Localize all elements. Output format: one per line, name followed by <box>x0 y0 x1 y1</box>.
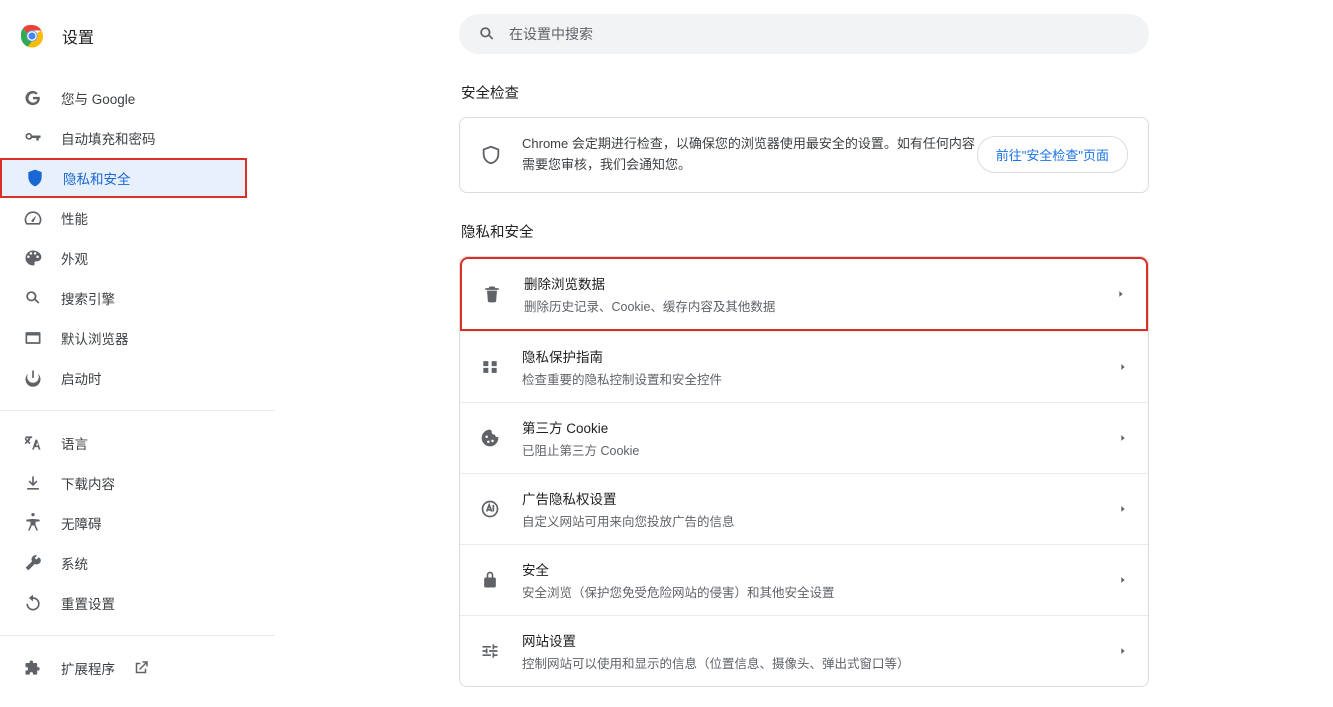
lock-icon <box>480 570 500 590</box>
row-title: 安全 <box>522 559 1118 579</box>
shield-outline-icon <box>480 144 502 166</box>
privacy-card: 删除浏览数据 删除历史记录、Cookie、缓存内容及其他数据 隐私保护指南 检查… <box>459 256 1149 687</box>
row-ad-privacy[interactable]: 广告隐私权设置 自定义网站可用来向您投放广告的信息 <box>460 473 1148 544</box>
palette-icon <box>23 248 43 268</box>
sidebar-item-default-browser[interactable]: 默认浏览器 <box>0 318 245 358</box>
row-desc: 自定义网站可用来向您投放广告的信息 <box>522 511 1118 530</box>
row-privacy-guide[interactable]: 隐私保护指南 检查重要的隐私控制设置和安全控件 <box>460 331 1148 402</box>
row-desc: 检查重要的隐私控制设置和安全控件 <box>522 369 1118 388</box>
search-icon <box>477 24 497 44</box>
row-site-settings[interactable]: 网站设置 控制网站可以使用和显示的信息（位置信息、摄像头、弹出式窗口等） <box>460 615 1148 686</box>
sidebar-item-system[interactable]: 系统 <box>0 543 245 583</box>
row-security[interactable]: 安全 安全浏览（保护您免受危险网站的侵害）和其他安全设置 <box>460 544 1148 615</box>
sidebar-item-on-startup[interactable]: 启动时 <box>0 358 245 398</box>
row-desc: 控制网站可以使用和显示的信息（位置信息、摄像头、弹出式窗口等） <box>522 653 1118 672</box>
search-bar[interactable] <box>459 14 1149 54</box>
sidebar-item-languages[interactable]: 语言 <box>0 423 245 463</box>
accessibility-icon <box>23 513 43 533</box>
row-clear-browsing-data[interactable]: 删除浏览数据 删除历史记录、Cookie、缓存内容及其他数据 <box>460 257 1148 331</box>
nav-secondary: 语言 下载内容 无障碍 系统 <box>0 423 275 623</box>
sidebar-item-search-engine[interactable]: 搜索引擎 <box>0 278 245 318</box>
nav-divider <box>0 635 275 636</box>
cookie-icon <box>480 428 500 448</box>
sidebar-item-autofill[interactable]: 自动填充和密码 <box>0 118 245 158</box>
section-title-privacy: 隐私和安全 <box>461 221 1149 242</box>
wrench-icon <box>23 553 43 573</box>
sidebar-item-label: 隐私和安全 <box>63 168 131 188</box>
sidebar-item-label: 自动填充和密码 <box>61 128 156 148</box>
search-icon <box>23 288 43 308</box>
sidebar-item-label: 系统 <box>61 553 88 573</box>
nav-primary: 您与 Google 自动填充和密码 隐私和安全 性能 <box>0 78 275 398</box>
chevron-right-icon <box>1118 504 1128 514</box>
sidebar-item-you-and-google[interactable]: 您与 Google <box>0 78 245 118</box>
nav-divider <box>0 410 275 411</box>
sidebar-item-label: 扩展程序 <box>61 658 115 678</box>
extension-icon <box>23 658 43 678</box>
row-title: 网站设置 <box>522 630 1118 650</box>
sidebar-item-accessibility[interactable]: 无障碍 <box>0 503 245 543</box>
guide-icon <box>480 357 500 377</box>
row-third-party-cookies[interactable]: 第三方 Cookie 已阻止第三方 Cookie <box>460 402 1148 473</box>
sidebar-item-privacy[interactable]: 隐私和安全 <box>0 158 247 198</box>
sidebar: 设置 您与 Google 自动填充和密码 隐私和安全 <box>0 0 275 707</box>
chevron-right-icon <box>1118 433 1128 443</box>
sidebar-item-label: 您与 Google <box>61 88 135 108</box>
main-content: 安全检查 Chrome 会定期进行检查，以确保您的浏览器使用最安全的设置。如有任… <box>275 0 1333 707</box>
sidebar-item-reset[interactable]: 重置设置 <box>0 583 245 623</box>
page-title: 设置 <box>62 24 94 48</box>
sidebar-item-label: 无障碍 <box>61 513 102 533</box>
sidebar-header: 设置 <box>0 16 275 66</box>
row-title: 广告隐私权设置 <box>522 488 1118 508</box>
safety-check-button[interactable]: 前往"安全检查"页面 <box>977 136 1128 173</box>
power-icon <box>23 368 43 388</box>
open-in-new-icon <box>131 658 151 678</box>
safety-check-text: Chrome 会定期进行检查，以确保您的浏览器使用最安全的设置。如有任何内容需要… <box>522 134 977 176</box>
sidebar-item-label: 下载内容 <box>61 473 115 493</box>
chevron-right-icon <box>1116 289 1126 299</box>
row-title: 删除浏览数据 <box>524 273 1116 293</box>
translate-icon <box>23 433 43 453</box>
row-title: 第三方 Cookie <box>522 417 1118 437</box>
sidebar-item-extensions[interactable]: 扩展程序 <box>0 648 275 688</box>
sidebar-item-appearance[interactable]: 外观 <box>0 238 245 278</box>
shield-icon <box>25 168 45 188</box>
chevron-right-icon <box>1118 362 1128 372</box>
sidebar-item-label: 语言 <box>61 433 88 453</box>
speedometer-icon <box>23 208 43 228</box>
chrome-logo-icon <box>20 24 44 48</box>
browser-icon <box>23 328 43 348</box>
download-icon <box>23 473 43 493</box>
row-desc: 安全浏览（保护您免受危险网站的侵害）和其他安全设置 <box>522 582 1118 601</box>
section-title-safety: 安全检查 <box>461 82 1149 103</box>
key-icon <box>23 128 43 148</box>
trash-icon <box>482 284 502 304</box>
sidebar-item-label: 启动时 <box>61 368 102 388</box>
sidebar-item-performance[interactable]: 性能 <box>0 198 245 238</box>
sidebar-item-label: 搜索引擎 <box>61 288 115 308</box>
reset-icon <box>23 593 43 613</box>
row-desc: 已阻止第三方 Cookie <box>522 440 1118 459</box>
row-title: 隐私保护指南 <box>522 346 1118 366</box>
ad-icon <box>480 499 500 519</box>
google-g-icon <box>23 88 43 108</box>
search-input[interactable] <box>509 26 1131 42</box>
chevron-right-icon <box>1118 575 1128 585</box>
sidebar-item-label: 重置设置 <box>61 593 115 613</box>
safety-check-card: Chrome 会定期进行检查，以确保您的浏览器使用最安全的设置。如有任何内容需要… <box>459 117 1149 193</box>
sidebar-item-downloads[interactable]: 下载内容 <box>0 463 245 503</box>
sidebar-item-label: 外观 <box>61 248 88 268</box>
sidebar-item-label: 默认浏览器 <box>61 328 129 348</box>
row-desc: 删除历史记录、Cookie、缓存内容及其他数据 <box>524 296 1116 315</box>
sidebar-item-label: 性能 <box>61 208 88 228</box>
